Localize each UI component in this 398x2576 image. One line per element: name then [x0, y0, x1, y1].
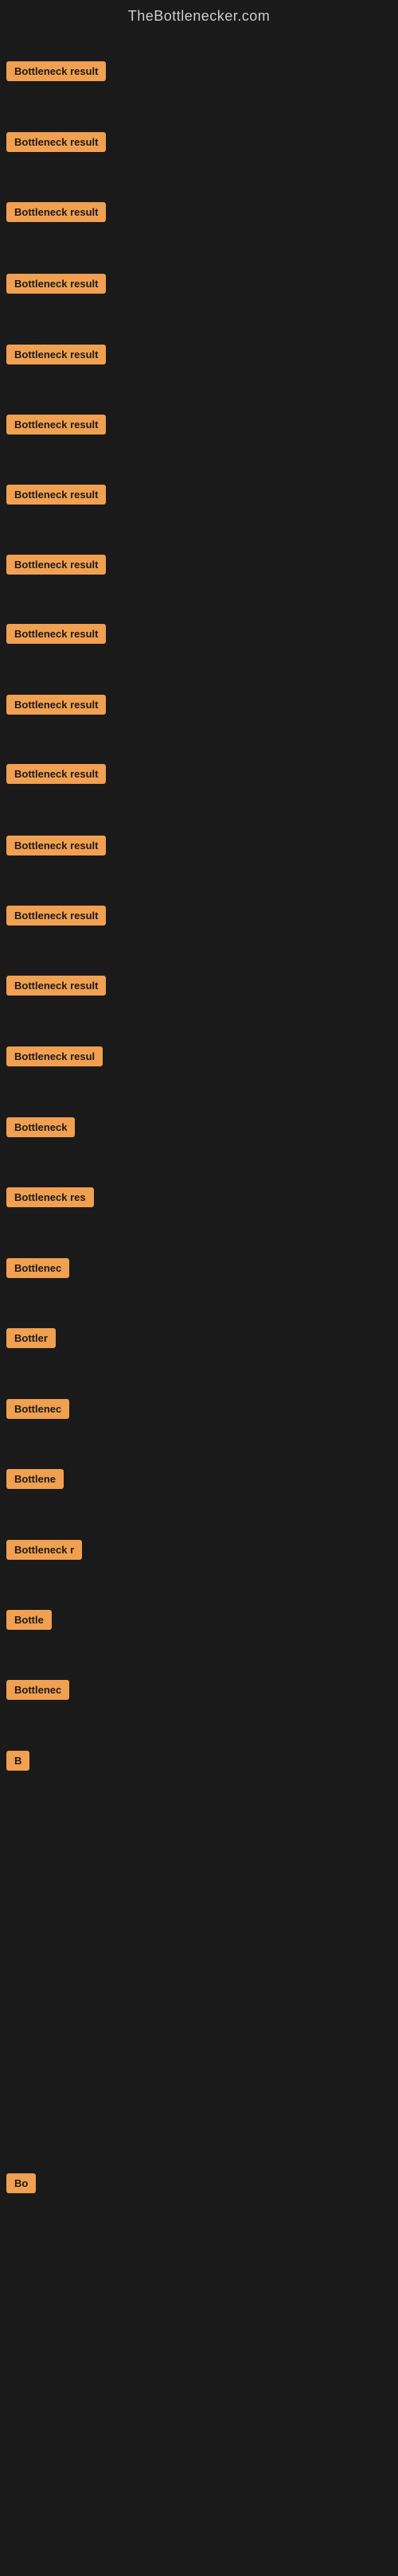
result-row: Bottleneck result: [0, 695, 106, 715]
bottleneck-result-badge[interactable]: Bottleneck result: [6, 61, 106, 81]
site-title-bar: TheBottlenecker.com: [0, 0, 398, 29]
result-row: Bottleneck result: [0, 415, 106, 435]
bottleneck-result-badge[interactable]: Bottlene: [6, 1469, 64, 1489]
bottleneck-result-badge[interactable]: Bottleneck result: [6, 624, 106, 644]
result-row: Bottleneck result: [0, 202, 106, 222]
bottleneck-result-badge[interactable]: Bottleneck result: [6, 485, 106, 505]
bottleneck-result-badge[interactable]: Bottler: [6, 1328, 56, 1348]
result-row: B: [0, 1751, 29, 1771]
result-row: Bottleneck: [0, 1117, 75, 1137]
result-row: Bottlene: [0, 1469, 64, 1489]
result-row: Bottleneck r: [0, 1540, 82, 1560]
result-row: Bottleneck result: [0, 132, 106, 152]
bottleneck-result-badge[interactable]: Bottleneck result: [6, 695, 106, 715]
bottleneck-result-badge[interactable]: Bottleneck result: [6, 132, 106, 152]
bottleneck-result-badge[interactable]: Bottleneck result: [6, 764, 106, 784]
result-row: Bottleneck result: [0, 976, 106, 996]
bottleneck-result-badge[interactable]: Bottleneck result: [6, 555, 106, 575]
result-row: Bottleneck result: [0, 836, 106, 855]
bottleneck-result-badge[interactable]: Bottlenec: [6, 1680, 69, 1700]
result-row: Bottleneck result: [0, 555, 106, 575]
result-row: Bottleneck result: [0, 764, 106, 784]
bottleneck-result-badge[interactable]: Bottleneck: [6, 1117, 75, 1137]
bottleneck-result-badge[interactable]: Bottleneck result: [6, 415, 106, 435]
bottleneck-result-badge[interactable]: Bottlenec: [6, 1258, 69, 1278]
result-row: Bottleneck res: [0, 1187, 94, 1207]
bottleneck-result-badge[interactable]: Bo: [6, 2173, 36, 2193]
bottleneck-result-badge[interactable]: Bottleneck resul: [6, 1046, 103, 1066]
result-row: Bottle: [0, 1610, 52, 1630]
bottleneck-result-badge[interactable]: B: [6, 1751, 29, 1771]
bottleneck-result-badge[interactable]: Bottle: [6, 1610, 52, 1630]
bottleneck-result-badge[interactable]: Bottleneck result: [6, 836, 106, 855]
result-row: Bottleneck result: [0, 61, 106, 81]
result-row: Bo: [0, 2173, 36, 2193]
bottleneck-result-badge[interactable]: Bottleneck result: [6, 345, 106, 364]
bottleneck-result-badge[interactable]: Bottleneck result: [6, 906, 106, 926]
result-row: Bottlenec: [0, 1399, 69, 1419]
bottleneck-result-badge[interactable]: Bottleneck result: [6, 202, 106, 222]
result-row: Bottlenec: [0, 1258, 69, 1278]
result-row: Bottlenec: [0, 1680, 69, 1700]
site-title: TheBottlenecker.com: [0, 0, 398, 29]
result-row: Bottleneck result: [0, 274, 106, 294]
bottleneck-result-badge[interactable]: Bottleneck result: [6, 274, 106, 294]
result-row: Bottleneck result: [0, 624, 106, 644]
result-row: Bottleneck result: [0, 906, 106, 926]
bottleneck-result-badge[interactable]: Bottleneck result: [6, 976, 106, 996]
result-row: Bottleneck result: [0, 345, 106, 364]
bottleneck-result-badge[interactable]: Bottleneck res: [6, 1187, 94, 1207]
result-row: Bottler: [0, 1328, 56, 1348]
result-row: Bottleneck resul: [0, 1046, 103, 1066]
bottleneck-result-badge[interactable]: Bottleneck r: [6, 1540, 82, 1560]
result-row: Bottleneck result: [0, 485, 106, 505]
bottleneck-result-badge[interactable]: Bottlenec: [6, 1399, 69, 1419]
